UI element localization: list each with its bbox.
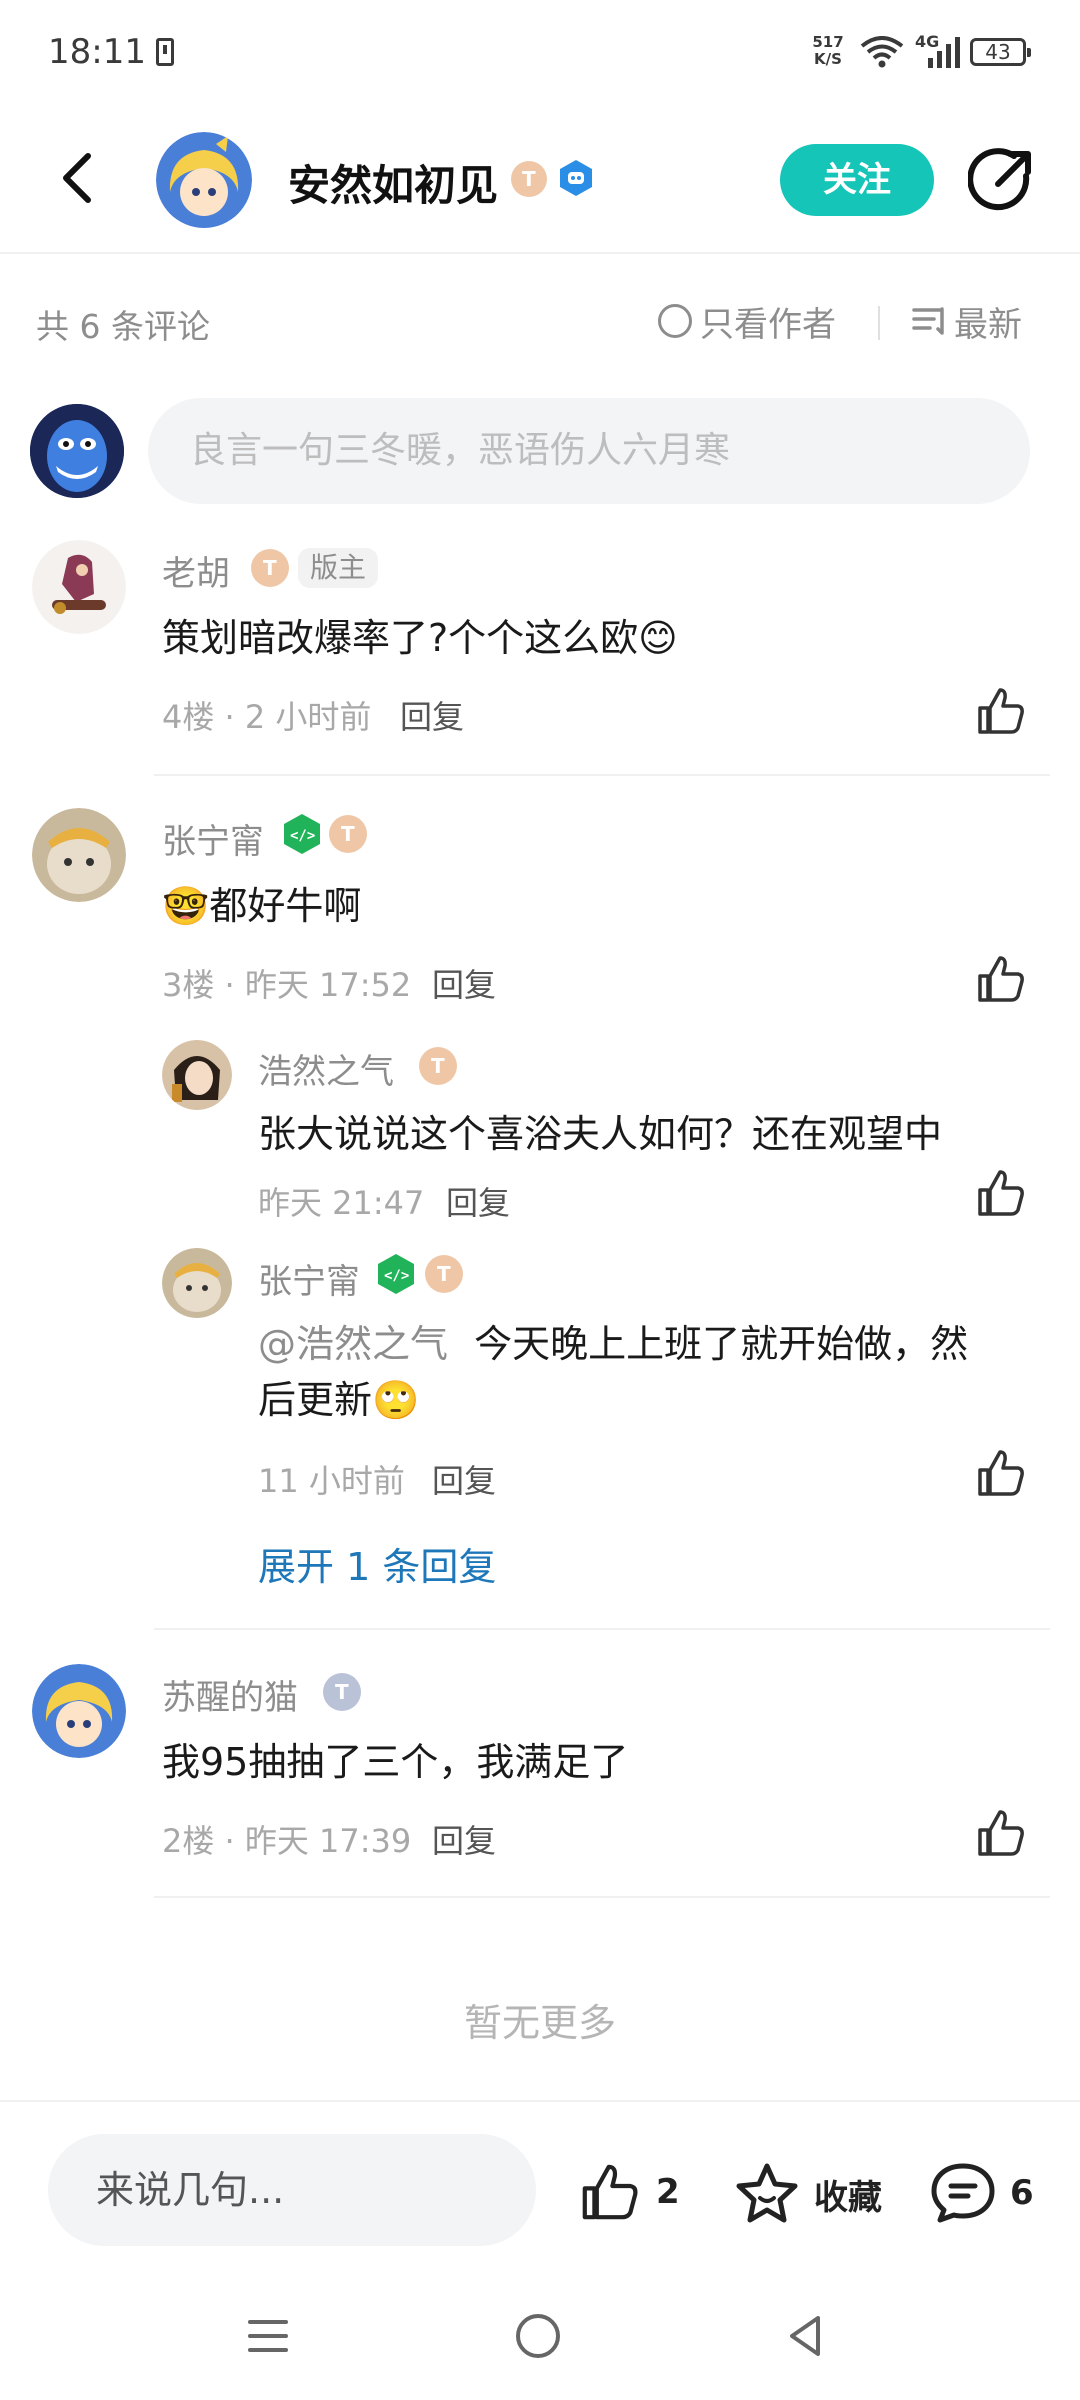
like-count: 2 xyxy=(656,2172,680,2212)
reply-button[interactable]: 回复 xyxy=(446,1178,510,1224)
comment-text: 我95抽抽了三个，我满足了 xyxy=(162,1740,629,1784)
game-badge-icon xyxy=(560,160,592,196)
wifi-icon xyxy=(860,36,904,68)
comment-count-label: 6 xyxy=(1010,2173,1034,2213)
back-triangle-icon[interactable] xyxy=(784,2312,828,2360)
level-badge-icon: T xyxy=(329,815,367,853)
svg-text:T: T xyxy=(522,167,536,191)
reply-avatar[interactable] xyxy=(162,1040,232,1110)
bottom-action-bar: 来说几句... 2 收藏 6 xyxy=(0,2100,1080,2280)
reply-button[interactable]: 回复 xyxy=(432,960,496,1006)
comment-button[interactable]: 6 xyxy=(930,2162,1034,2224)
svg-text:T: T xyxy=(431,1054,445,1078)
no-more-text: 暂无更多 xyxy=(463,2001,616,2045)
sort-button[interactable]: 最新 xyxy=(912,296,1022,346)
svg-text:</>: </> xyxy=(290,828,315,844)
svg-text:T: T xyxy=(335,1680,349,1704)
vibrate-icon xyxy=(156,38,174,66)
system-nav-bar xyxy=(0,2280,1080,2400)
thumbs-up-icon[interactable] xyxy=(976,686,1026,736)
author-avatar[interactable] xyxy=(156,132,252,228)
like-post-button[interactable]: 2 xyxy=(578,2162,680,2222)
top-app-bar: 安然如初见 T 关注 xyxy=(0,104,1080,254)
share-icon[interactable] xyxy=(968,148,1034,214)
level-badge-icon: T xyxy=(425,1255,463,1293)
network-speed: 517 K/S xyxy=(808,34,848,68)
bottom-comment-input[interactable]: 来说几句... xyxy=(48,2134,536,2246)
level-badge-icon: T xyxy=(419,1047,457,1085)
my-avatar[interactable] xyxy=(30,404,124,498)
radio-circle-icon xyxy=(658,304,692,338)
comment-floor-time: 2楼 · 昨天 17:39 xyxy=(162,1822,412,1860)
comment-bubble-icon xyxy=(931,2163,995,2223)
status-bar: 18:11 517 K/S 4G 43 xyxy=(0,0,1080,104)
menu-icon[interactable] xyxy=(246,2314,290,2358)
author-name[interactable]: 安然如初见 xyxy=(288,152,498,213)
status-time: 18:11 xyxy=(48,32,146,72)
comment-floor-time: 4楼 · 2 小时前 xyxy=(162,698,372,736)
follow-button[interactable]: 关注 xyxy=(780,144,934,216)
sort-label: 最新 xyxy=(954,304,1022,345)
thumbs-up-icon[interactable] xyxy=(976,1168,1026,1218)
reply-button[interactable]: 回复 xyxy=(432,1816,496,1862)
network-speed-unit: K/S xyxy=(814,50,842,68)
only-author-toggle[interactable]: 只看作者 xyxy=(658,296,836,346)
row-divider xyxy=(154,1896,1050,1898)
reply-text: 张大说说这个喜浴夫人如何？还在观望中 xyxy=(258,1112,943,1156)
commenter-avatar[interactable] xyxy=(32,1664,126,1758)
commenter-name[interactable]: 苏醒的猫 xyxy=(162,1670,298,1719)
reply-avatar[interactable] xyxy=(162,1248,232,1318)
comment-input[interactable]: 良言一句三冬暖，恶语伤人六月寒 xyxy=(148,398,1030,504)
commenter-name[interactable]: 张宁甯 xyxy=(162,814,264,863)
reply-button[interactable]: 回复 xyxy=(432,1456,496,1502)
comment-text: 策划暗改爆率了?个个这么欧😊 xyxy=(162,616,678,660)
home-circle-icon[interactable] xyxy=(516,2314,560,2358)
reply-name[interactable]: 浩然之气 xyxy=(258,1044,394,1093)
comment-filter-bar: 共 6 条评论 只看作者 最新 xyxy=(0,282,1080,362)
comment-count: 共 6 条评论 xyxy=(36,307,210,346)
back-arrow-icon[interactable] xyxy=(50,148,110,208)
star-icon xyxy=(736,2163,798,2223)
level-badge-icon: T xyxy=(511,161,547,197)
expand-replies-link[interactable]: 展开 1 条回复 xyxy=(258,1536,496,1591)
commenter-avatar[interactable] xyxy=(32,540,126,634)
svg-text:T: T xyxy=(263,556,277,580)
thumbs-up-icon[interactable] xyxy=(976,1448,1026,1498)
sort-list-icon xyxy=(912,307,944,335)
reply-time: 11 小时前 xyxy=(258,1462,405,1500)
favorite-button[interactable]: 收藏 xyxy=(734,2162,882,2226)
mention-link[interactable]: @浩然之气 xyxy=(258,1322,448,1366)
developer-badge-icon: </> xyxy=(378,1254,414,1294)
reply-time: 昨天 21:47 xyxy=(258,1184,425,1222)
only-author-label: 只看作者 xyxy=(700,304,836,345)
reply-name[interactable]: 张宁甯 xyxy=(258,1254,360,1303)
reply-text-line2: 后更新🙄 xyxy=(258,1378,420,1422)
level-badge-icon: T xyxy=(323,1673,361,1711)
thumbs-up-icon xyxy=(582,2164,638,2220)
row-divider xyxy=(154,1628,1050,1630)
divider xyxy=(878,306,880,340)
thumbs-up-icon[interactable] xyxy=(976,954,1026,1004)
network-speed-value: 517 xyxy=(812,33,844,51)
svg-text:T: T xyxy=(437,1262,451,1286)
reply-button[interactable]: 回复 xyxy=(400,692,464,738)
row-divider xyxy=(154,774,1050,776)
moderator-badge: 版主 xyxy=(298,548,379,588)
commenter-avatar[interactable] xyxy=(32,808,126,902)
commenter-name[interactable]: 老胡 xyxy=(162,546,230,595)
reply-text-line1: 今天晚上上班了就开始做，然 xyxy=(474,1322,969,1366)
thumbs-up-icon[interactable] xyxy=(976,1808,1026,1858)
developer-badge-icon: </> xyxy=(284,814,320,854)
svg-text:T: T xyxy=(341,822,355,846)
favorite-label: 收藏 xyxy=(814,2177,882,2218)
battery-indicator: 43 xyxy=(970,38,1031,66)
signal-icon xyxy=(928,37,960,68)
svg-text:</>: </> xyxy=(384,1268,409,1284)
comment-floor-time: 3楼 · 昨天 17:52 xyxy=(162,966,412,1004)
reply-text: @浩然之气 今天晚上上班了就开始做，然 后更新🙄 xyxy=(258,1316,1038,1428)
comment-text: 🤓都好牛啊 xyxy=(162,884,362,928)
level-badge-icon: T xyxy=(251,549,289,587)
